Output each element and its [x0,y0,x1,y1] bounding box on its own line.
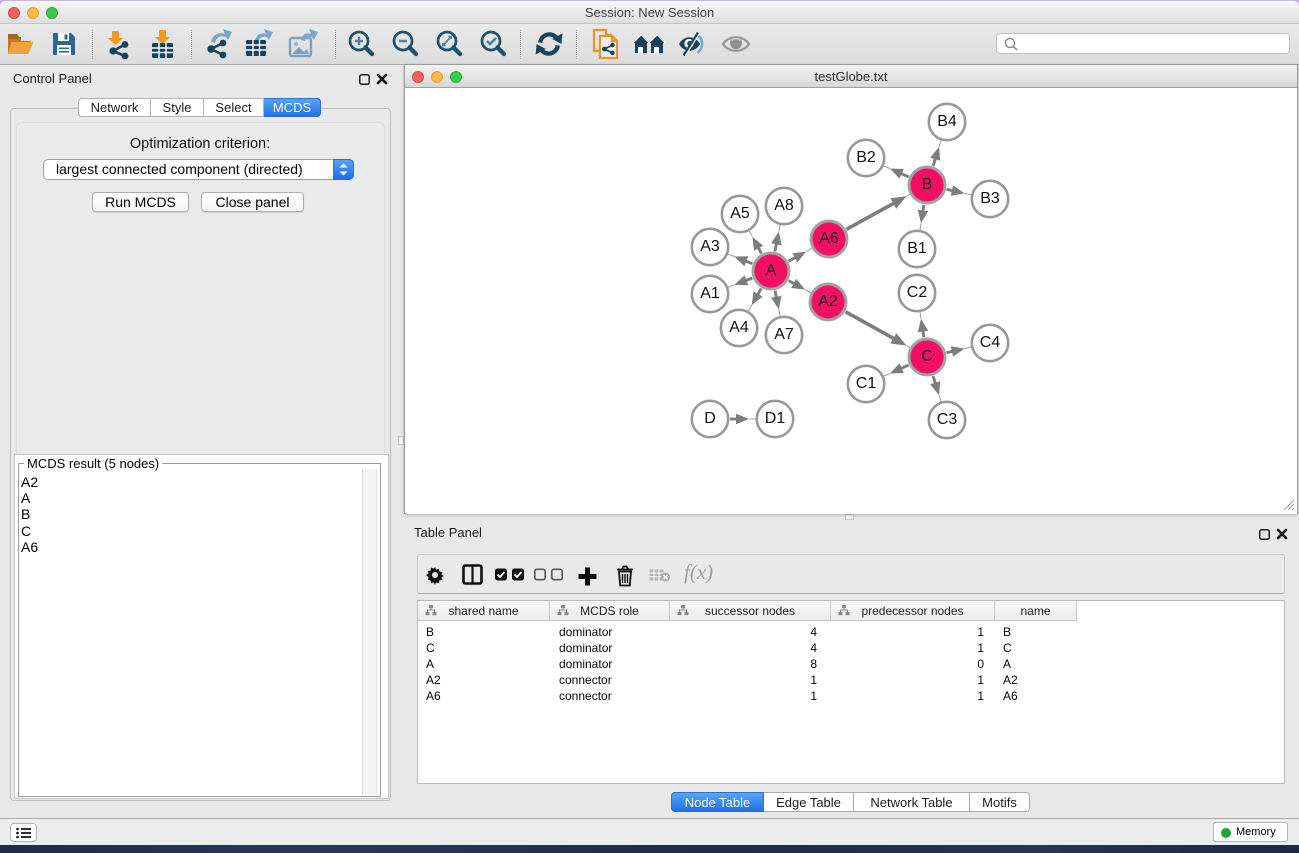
svg-text:A5: A5 [730,205,750,222]
svg-text:C3: C3 [937,411,958,428]
svg-text:C1: C1 [856,375,877,392]
svg-text:A2: A2 [818,293,838,310]
svg-text:D1: D1 [765,410,786,427]
svg-text:A8: A8 [774,197,794,214]
svg-text:C: C [921,348,933,365]
svg-text:D: D [704,410,716,427]
svg-text:A6: A6 [819,230,839,247]
svg-text:B1: B1 [907,240,927,257]
svg-text:A3: A3 [700,238,720,255]
svg-text:A7: A7 [774,326,794,343]
svg-text:B4: B4 [937,113,957,130]
svg-text:B3: B3 [980,190,1000,207]
svg-text:A4: A4 [729,319,749,336]
svg-text:C4: C4 [980,334,1001,351]
svg-text:C2: C2 [907,284,928,301]
svg-text:A1: A1 [700,285,720,302]
svg-text:A: A [766,262,777,279]
svg-text:B2: B2 [856,149,876,166]
svg-text:B: B [922,176,933,193]
